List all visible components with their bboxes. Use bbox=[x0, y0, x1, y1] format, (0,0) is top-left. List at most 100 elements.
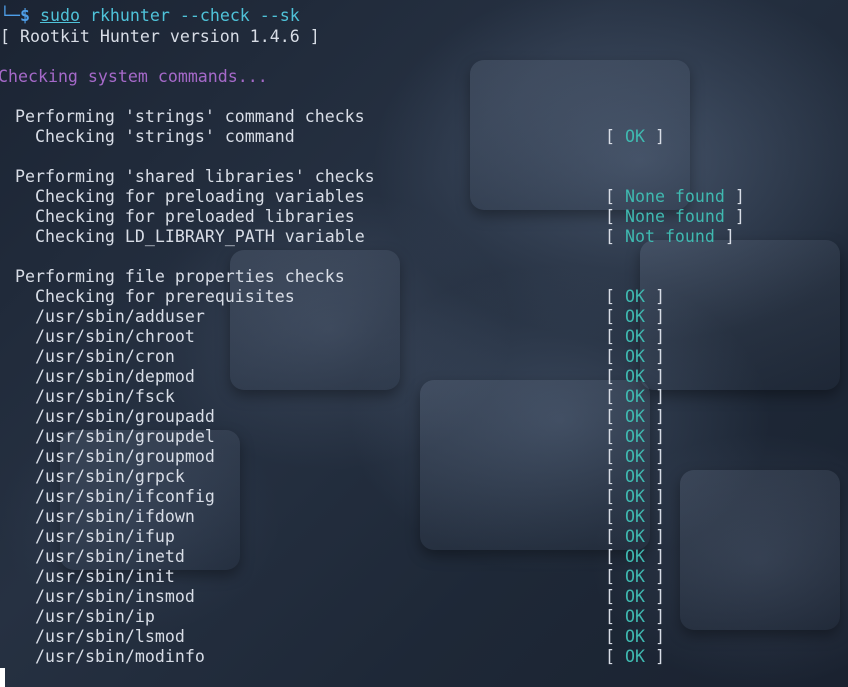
wallpaper-keycap bbox=[640, 240, 840, 390]
status-close-bracket: ] bbox=[644, 347, 665, 366]
status-open-bracket: [ bbox=[605, 487, 625, 506]
status-result: OK bbox=[624, 387, 645, 406]
check-status: [ OK ] bbox=[605, 547, 665, 567]
check-status: [ OK ] bbox=[605, 607, 665, 627]
status-close-bracket: ] bbox=[644, 507, 665, 526]
check-label: /usr/sbin/adduser bbox=[35, 307, 205, 326]
wallpaper-keycap bbox=[680, 470, 840, 630]
status-result: OK bbox=[624, 547, 645, 566]
status-open-bracket: [ bbox=[605, 347, 625, 366]
status-result: OK bbox=[624, 607, 645, 626]
status-result: None found bbox=[624, 207, 725, 226]
status-open-bracket: [ bbox=[605, 207, 625, 226]
status-open-bracket: [ bbox=[605, 427, 625, 446]
check-status: [ OK ] bbox=[605, 647, 665, 667]
check-status: [ OK ] bbox=[605, 507, 665, 527]
check-status: [ OK ] bbox=[605, 127, 665, 147]
check-status: [ OK ] bbox=[605, 287, 665, 307]
status-result: OK bbox=[624, 367, 645, 386]
status-close-bracket: ] bbox=[644, 387, 665, 406]
check-status: [ OK ] bbox=[605, 347, 665, 367]
status-result: Not found bbox=[624, 227, 715, 246]
section-heading: Checking system commands... bbox=[0, 67, 268, 86]
check-status: [ None found ] bbox=[605, 187, 745, 207]
status-open-bracket: [ bbox=[605, 387, 625, 406]
check-group-title: Performing 'strings' command checks bbox=[15, 107, 365, 126]
status-open-bracket: [ bbox=[605, 407, 625, 426]
status-open-bracket: [ bbox=[605, 187, 625, 206]
command-prompt-line: └─$ sudo rkhunter --check --sk bbox=[0, 6, 300, 26]
status-open-bracket: [ bbox=[605, 307, 625, 326]
check-status: [ OK ] bbox=[605, 447, 665, 467]
status-result: OK bbox=[624, 567, 645, 586]
check-label: /usr/sbin/groupdel bbox=[35, 427, 215, 446]
check-label: /usr/sbin/ifup bbox=[35, 527, 175, 546]
check-status: [ OK ] bbox=[605, 467, 665, 487]
check-label: /usr/sbin/groupadd bbox=[35, 407, 215, 426]
check-status: [ OK ] bbox=[605, 587, 665, 607]
status-result: OK bbox=[624, 627, 645, 646]
check-status: [ OK ] bbox=[605, 627, 665, 647]
status-open-bracket: [ bbox=[605, 467, 625, 486]
check-group-title: Performing 'shared libraries' checks bbox=[15, 167, 375, 186]
status-close-bracket: ] bbox=[644, 627, 665, 646]
command-text: rkhunter --check --sk bbox=[89, 6, 300, 25]
status-result: OK bbox=[624, 287, 645, 306]
status-result: OK bbox=[624, 587, 645, 606]
command-sudo: sudo bbox=[39, 6, 80, 25]
status-result: OK bbox=[624, 347, 645, 366]
status-close-bracket: ] bbox=[644, 587, 665, 606]
check-status: [ None found ] bbox=[605, 207, 745, 227]
check-label: /usr/sbin/ifdown bbox=[35, 507, 195, 526]
status-open-bracket: [ bbox=[605, 507, 625, 526]
check-label: /usr/sbin/inetd bbox=[35, 547, 185, 566]
check-label: /usr/sbin/groupmod bbox=[35, 447, 215, 466]
check-label: /usr/sbin/depmod bbox=[35, 367, 195, 386]
status-open-bracket: [ bbox=[605, 647, 625, 666]
status-result: OK bbox=[624, 487, 645, 506]
check-label: /usr/sbin/ip bbox=[35, 607, 155, 626]
prompt-symbol: $ bbox=[19, 6, 30, 25]
check-status: [ OK ] bbox=[605, 307, 665, 327]
check-label: Checking for preloaded libraries bbox=[35, 207, 355, 226]
terminal-cursor bbox=[0, 668, 5, 687]
status-open-bracket: [ bbox=[605, 607, 625, 626]
status-close-bracket: ] bbox=[644, 407, 665, 426]
check-group-title: Performing file properties checks bbox=[15, 267, 345, 286]
check-label: Checking 'strings' command bbox=[35, 127, 295, 146]
check-status: [ OK ] bbox=[605, 327, 665, 347]
version-line: [ Rootkit Hunter version 1.4.6 ] bbox=[0, 27, 320, 46]
status-close-bracket: ] bbox=[714, 227, 735, 246]
status-close-bracket: ] bbox=[644, 367, 665, 386]
check-label: /usr/sbin/init bbox=[35, 567, 175, 586]
status-close-bracket: ] bbox=[644, 307, 665, 326]
check-status: [ OK ] bbox=[605, 567, 665, 587]
status-close-bracket: ] bbox=[644, 607, 665, 626]
check-label: /usr/sbin/insmod bbox=[35, 587, 195, 606]
status-result: None found bbox=[624, 187, 725, 206]
status-open-bracket: [ bbox=[605, 627, 625, 646]
status-close-bracket: ] bbox=[644, 447, 665, 466]
prompt-prefix: └─ bbox=[0, 6, 20, 25]
status-close-bracket: ] bbox=[644, 487, 665, 506]
check-label: Checking LD_LIBRARY_PATH variable bbox=[35, 227, 365, 246]
check-label: /usr/sbin/ifconfig bbox=[35, 487, 215, 506]
check-label: /usr/sbin/fsck bbox=[35, 387, 175, 406]
status-close-bracket: ] bbox=[644, 127, 665, 146]
status-open-bracket: [ bbox=[605, 567, 625, 586]
check-status: [ OK ] bbox=[605, 487, 665, 507]
status-open-bracket: [ bbox=[605, 367, 625, 386]
status-result: OK bbox=[624, 127, 645, 146]
status-open-bracket: [ bbox=[605, 527, 625, 546]
status-open-bracket: [ bbox=[605, 587, 625, 606]
status-result: OK bbox=[624, 647, 645, 666]
status-result: OK bbox=[624, 407, 645, 426]
status-result: OK bbox=[624, 447, 645, 466]
status-open-bracket: [ bbox=[605, 287, 625, 306]
check-label: /usr/sbin/grpck bbox=[35, 467, 185, 486]
status-result: OK bbox=[624, 307, 645, 326]
status-close-bracket: ] bbox=[644, 327, 665, 346]
status-close-bracket: ] bbox=[644, 427, 665, 446]
check-status: [ OK ] bbox=[605, 407, 665, 427]
check-label: Checking for preloading variables bbox=[35, 187, 365, 206]
